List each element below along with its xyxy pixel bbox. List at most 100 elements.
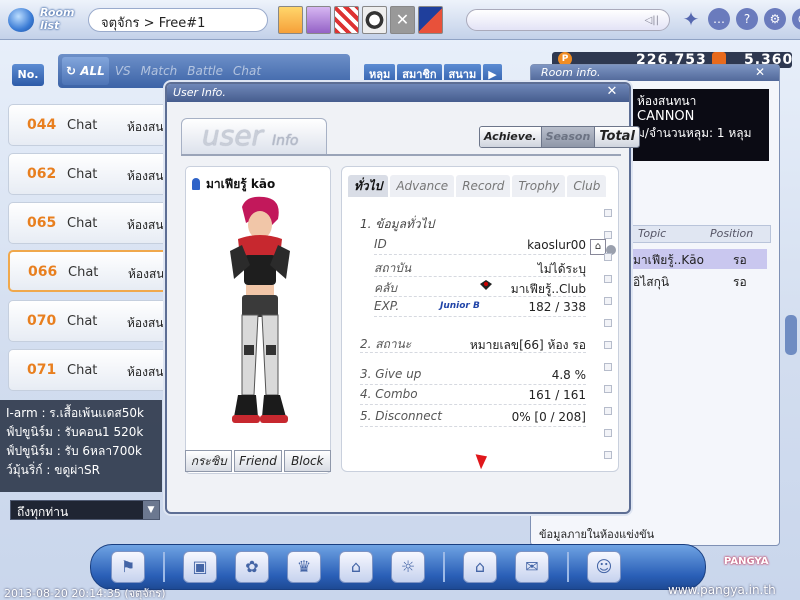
- avatar-2[interactable]: [306, 6, 331, 34]
- character-panel: มาเฟียรู้ kāo: [185, 166, 331, 474]
- friend-button[interactable]: Friend: [234, 450, 282, 472]
- tent-icon[interactable]: [418, 6, 443, 34]
- room-info-title: Room info.: [531, 65, 779, 81]
- tab-advance[interactable]: Advance: [390, 175, 455, 197]
- scratch-icon[interactable]: ☼: [391, 551, 425, 583]
- room-list-label: Room list: [40, 6, 75, 32]
- room-list: 044 Chat ห้องสน 062 Chat ห้องสน 065 Chat…: [8, 104, 168, 394]
- character-name: มาเฟียรู้ kāo: [192, 175, 275, 194]
- power-icon[interactable]: ⏻: [792, 8, 800, 30]
- close-icon[interactable]: ✕: [755, 65, 765, 79]
- state-row: 2. สถานะ หมายเลข[66] ห้อง รอ: [360, 337, 586, 353]
- tab-club[interactable]: Club: [567, 175, 607, 197]
- room-row[interactable]: 062 Chat ห้องสน: [8, 153, 168, 195]
- user-info-logo: user Info: [181, 118, 327, 154]
- avatar-4[interactable]: [362, 6, 387, 34]
- checkbox[interactable]: [604, 319, 612, 327]
- sparkle-icon[interactable]: ✦: [680, 8, 702, 30]
- stats-tabs: ทั่วไป Advance Record Trophy Club: [348, 175, 607, 197]
- gear-icon[interactable]: ⚙: [764, 8, 786, 30]
- stats-period-tabs: Achieve. Season Total: [479, 126, 640, 148]
- room-list-button[interactable]: Room list: [6, 4, 84, 36]
- tab-record[interactable]: Record: [456, 175, 511, 197]
- character-avatar: [230, 196, 290, 423]
- block-button[interactable]: Block: [283, 450, 331, 472]
- checkbox[interactable]: [604, 297, 612, 305]
- tab-general[interactable]: ทั่วไป: [348, 175, 389, 197]
- checkbox[interactable]: [604, 231, 612, 239]
- tab-all[interactable]: ↻ ALL: [62, 57, 109, 85]
- user-info-dialog: User Info. ✕ user Info Achieve. Season T…: [165, 82, 640, 514]
- trophy-icon[interactable]: ♛: [287, 551, 321, 583]
- whisper-button[interactable]: กระซิบ: [185, 450, 233, 472]
- room-row[interactable]: 044 Chat ห้องสน: [8, 104, 168, 146]
- divider: [181, 154, 621, 156]
- tab-total[interactable]: Total: [595, 127, 639, 147]
- tab-match[interactable]: Match: [137, 57, 182, 85]
- exp-row: EXP. Junior B 182 / 338: [374, 299, 586, 317]
- room-info-footer: ข้อมูลภายในห้องแข่งขัน: [539, 528, 655, 541]
- checkbox[interactable]: [604, 209, 612, 217]
- sort-number-button[interactable]: No.: [12, 64, 44, 86]
- scrollbar-thumb[interactable]: [785, 315, 797, 355]
- speech-bubble-icon[interactable]: …: [708, 8, 730, 30]
- stats-panel: ทั่วไป Advance Record Trophy Club 1. ข้อ…: [341, 166, 619, 472]
- checkbox[interactable]: [604, 451, 612, 459]
- timestamp: 2013-08-20 20:14:35 (จตุจักร): [4, 587, 166, 600]
- chevron-down-icon: ▼: [143, 501, 159, 519]
- breadcrumb: จตุจักร > Free#1: [88, 8, 268, 32]
- inventory-icon[interactable]: ▣: [183, 551, 217, 583]
- room-row[interactable]: 071 Chat ห้องสน: [8, 349, 168, 391]
- checkbox[interactable]: [604, 341, 612, 349]
- flag-icon[interactable]: ⚑: [111, 551, 145, 583]
- general-section-title: 1. ข้อมูลทั่วไป: [360, 217, 435, 231]
- gift-icon[interactable]: ✿: [235, 551, 269, 583]
- pangya-logo: PANGYA: [724, 556, 769, 567]
- avatar-1[interactable]: [278, 6, 303, 34]
- checkbox[interactable]: [604, 363, 612, 371]
- avatar-3[interactable]: [334, 6, 359, 34]
- tab-trophy[interactable]: Trophy: [512, 175, 566, 197]
- chat-line: ว์มุ้นริ่ก์ : ขดูผ่าSR: [6, 463, 100, 477]
- disconnect-row: 5. Disconnect 0% [0 / 208]: [360, 409, 586, 427]
- close-icon[interactable]: ✕: [605, 85, 619, 99]
- lobby-chat-log: I-arm : ร.เสื้อเพ้นเเดส50k ฟ์ปขูนิร์ม : …: [0, 400, 162, 492]
- close-slot-icon[interactable]: ✕: [390, 6, 415, 34]
- room-row-selected[interactable]: 066 Chat ห้องสน: [8, 250, 168, 292]
- tab-battle[interactable]: Battle: [183, 57, 227, 85]
- shop-icon[interactable]: ⌂: [339, 551, 373, 583]
- mailbox-icon[interactable]: ✉: [515, 551, 549, 583]
- home-icon[interactable]: ⌂: [463, 551, 497, 583]
- tab-season[interactable]: Season: [541, 127, 596, 147]
- player-row[interactable]: อิไสกุนิ รอ: [631, 271, 767, 291]
- globe-icon: [8, 8, 34, 32]
- divider: [443, 552, 445, 582]
- tab-achievements[interactable]: Achieve.: [480, 127, 542, 147]
- checkbox[interactable]: [604, 429, 612, 437]
- bottom-dock: ⚑ ▣ ✿ ♛ ⌂ ☼ ⌂ ✉ ☺: [90, 544, 706, 590]
- checkbox[interactable]: [604, 385, 612, 393]
- options-icon[interactable]: ☺: [587, 551, 621, 583]
- site-url: www.pangya.in.th: [668, 583, 776, 597]
- checkbox[interactable]: [604, 275, 612, 283]
- divider: [567, 552, 569, 582]
- chat-line: ฟ์ปขูนิร์ม : รับคอน1 520k: [6, 425, 144, 439]
- gem-icon: [192, 178, 200, 190]
- top-chat-input[interactable]: ◁||: [466, 9, 670, 31]
- id-row: ID kaoslur00: [374, 237, 586, 255]
- room-row[interactable]: 065 Chat ห้องสน: [8, 202, 168, 244]
- giveup-row: 3. Give up 4.8 %: [360, 367, 586, 385]
- player-row[interactable]: มาเฟียรู้..Kāo รอ: [631, 249, 767, 269]
- room-row[interactable]: 070 Chat ห้องสน: [8, 300, 168, 342]
- checkbox[interactable]: [604, 407, 612, 415]
- chat-line: ฟ์ปขูนิร์ม : รับ 6หลา700k: [6, 444, 142, 458]
- tab-vs[interactable]: VS: [111, 57, 135, 85]
- tab-chat[interactable]: Chat: [229, 57, 265, 85]
- checkbox[interactable]: [604, 253, 612, 261]
- chat-target-select[interactable]: ถึงทุกท่าน ▼: [10, 500, 160, 520]
- top-bar: Room list จตุจักร > Free#1 ✕ ◁|| ✦ … ? ⚙…: [0, 0, 800, 40]
- help-icon[interactable]: ?: [736, 8, 758, 30]
- avatar-strip: ✕: [278, 6, 443, 36]
- chat-line: I-arm : ร.เสื้อเพ้นเเดส50k: [6, 406, 144, 420]
- club-emblem-icon: [480, 280, 492, 290]
